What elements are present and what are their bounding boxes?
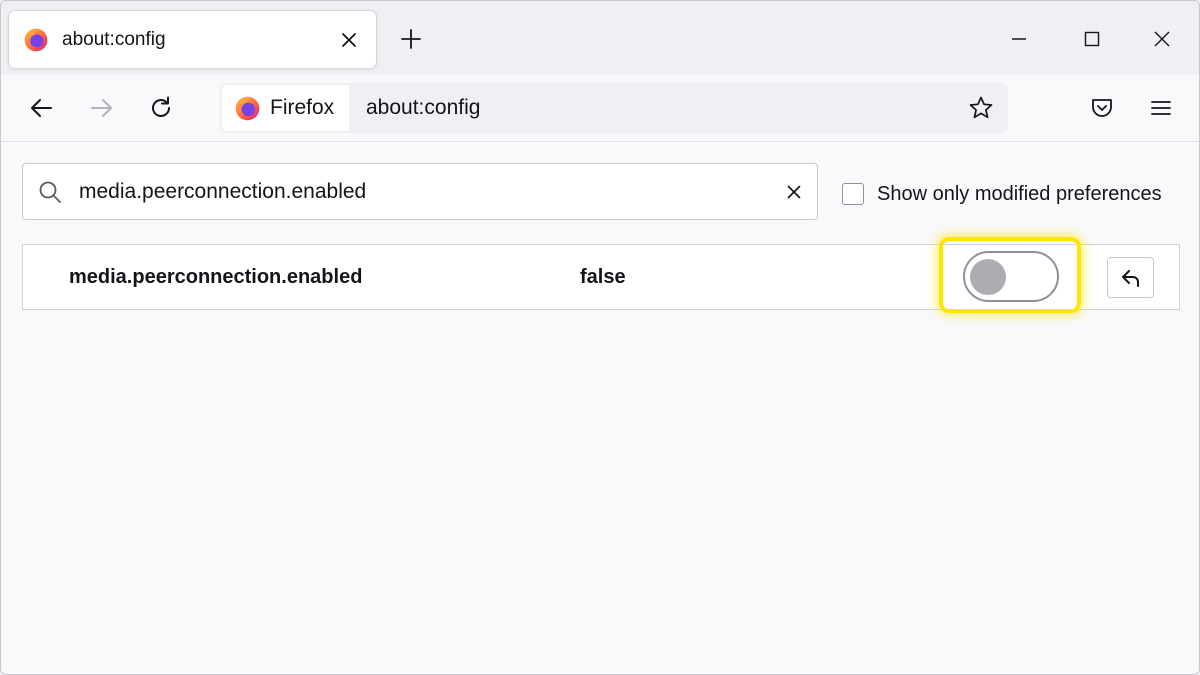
url-bar[interactable]: Firefox about:config bbox=[220, 83, 1008, 133]
app-menu-button[interactable] bbox=[1141, 88, 1181, 128]
browser-window: about:config Firefox about:config media.… bbox=[0, 0, 1200, 675]
pocket-button[interactable] bbox=[1082, 88, 1122, 128]
preference-row: media.peerconnection.enabled false bbox=[22, 237, 1180, 313]
pocket-icon bbox=[1092, 99, 1112, 117]
window-close-button[interactable] bbox=[1142, 21, 1182, 57]
undo-arrow-icon bbox=[1121, 269, 1139, 287]
minimize-icon bbox=[1012, 38, 1026, 40]
preference-value: false bbox=[580, 266, 626, 288]
show-modified-checkbox[interactable] bbox=[842, 183, 864, 205]
url-text[interactable]: about:config bbox=[366, 96, 480, 120]
forward-button[interactable] bbox=[81, 88, 121, 128]
show-modified-toggle[interactable]: Show only modified preferences bbox=[842, 180, 1162, 208]
preference-toggle-switch[interactable] bbox=[963, 251, 1059, 302]
reset-button[interactable] bbox=[1107, 257, 1154, 298]
search-input[interactable] bbox=[79, 176, 759, 208]
identity-box[interactable]: Firefox bbox=[222, 85, 349, 131]
hamburger-menu-icon bbox=[1151, 101, 1171, 115]
search-clear-button[interactable] bbox=[781, 179, 807, 205]
back-button[interactable] bbox=[22, 88, 62, 128]
bookmark-button[interactable] bbox=[966, 93, 996, 123]
firefox-logo-icon bbox=[24, 28, 48, 52]
reload-button[interactable] bbox=[141, 88, 181, 128]
maximize-icon bbox=[1084, 31, 1100, 47]
forward-arrow-icon bbox=[91, 99, 112, 117]
new-tab-button[interactable] bbox=[395, 23, 427, 55]
firefox-logo-icon bbox=[235, 96, 260, 121]
identity-label: Firefox bbox=[270, 96, 335, 119]
close-icon bbox=[342, 33, 356, 47]
clear-icon bbox=[787, 185, 801, 199]
tab-close-button[interactable] bbox=[334, 25, 364, 55]
maximize-button[interactable] bbox=[1072, 21, 1112, 57]
navigation-toolbar: Firefox about:config bbox=[1, 75, 1199, 142]
minimize-button[interactable] bbox=[999, 21, 1039, 57]
tab-strip: about:config bbox=[1, 1, 1199, 75]
close-icon bbox=[1154, 31, 1170, 47]
plus-icon bbox=[401, 29, 421, 49]
star-icon bbox=[969, 96, 993, 119]
search-icon bbox=[39, 181, 61, 203]
preference-search-box[interactable] bbox=[22, 163, 818, 220]
tab-title: about:config bbox=[62, 29, 166, 50]
tab-about-config[interactable]: about:config bbox=[9, 11, 376, 68]
back-arrow-icon bbox=[31, 99, 52, 117]
reload-icon bbox=[152, 96, 170, 117]
show-modified-label: Show only modified preferences bbox=[877, 182, 1162, 205]
about-config-page: Show only modified preferences media.pee… bbox=[1, 142, 1199, 674]
preference-name: media.peerconnection.enabled bbox=[69, 266, 363, 288]
toggle-knob bbox=[970, 259, 1006, 295]
